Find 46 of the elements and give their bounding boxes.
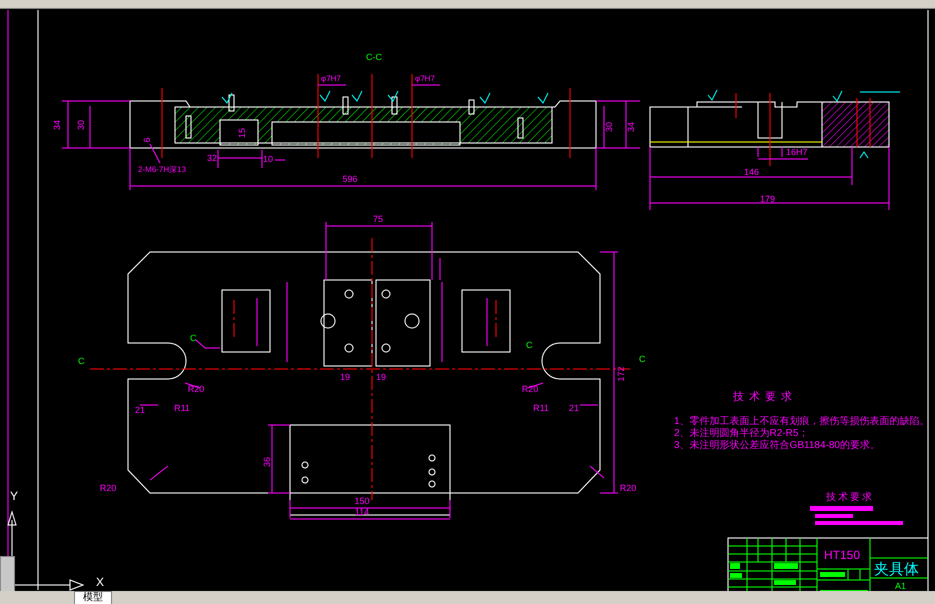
section-mark: C: [78, 356, 84, 366]
dimension-label: 19: [376, 372, 386, 382]
dimension-label: R20: [620, 483, 636, 493]
section-mark: C: [526, 340, 532, 350]
dimension-label: 114: [354, 507, 370, 517]
section-mark: C: [639, 354, 646, 364]
dimension-label: R20: [188, 384, 204, 394]
requirement-text: 1、零件加工表面上不应有划痕，擦伤等损伤表面的缺陷。: [674, 416, 930, 427]
dimension-label: 34: [52, 120, 62, 130]
dimension-label: 596: [342, 174, 358, 184]
view-title: C-C: [366, 52, 382, 62]
material-label: HT150: [824, 548, 860, 562]
section-mark: C: [190, 333, 196, 343]
requirement-text: 3、未注明形状公差应符合GB1184-80的要求。: [674, 440, 880, 451]
dimension-label: 30: [76, 120, 86, 130]
dimension-label: 146: [744, 167, 760, 177]
sheet-size: A1: [895, 581, 906, 591]
dimension-label: 10: [263, 154, 273, 164]
dimension-label: R11: [174, 403, 190, 413]
dimension-label: 19: [340, 372, 350, 382]
dimension-label: 150: [354, 496, 370, 506]
dimension-label: 30: [604, 122, 614, 132]
part-name: 夹具体: [874, 561, 919, 578]
dimension-label: 21: [135, 405, 145, 415]
notes-title: 技术要求: [826, 492, 874, 503]
callout-label: φ7H7: [415, 74, 435, 83]
dimension-label: 75: [373, 214, 383, 224]
dimension-label: R20: [522, 384, 538, 394]
dimension-label: 32: [207, 153, 217, 163]
dimension-label: 179: [760, 194, 776, 204]
model-tab[interactable]: 模型: [74, 591, 112, 604]
dimension-label: 16H7: [786, 147, 808, 157]
dimension-label: 36: [262, 457, 272, 467]
dimension-label: 172: [616, 366, 626, 382]
dimension-label: R20: [100, 483, 116, 493]
callout-label: φ7H7: [321, 74, 341, 83]
dimension-label: 15: [237, 128, 247, 138]
dimension-label: 21: [569, 403, 579, 413]
dimension-label: 34: [626, 122, 636, 132]
requirements-title: 技术要求: [733, 391, 797, 403]
axis-label: Y: [10, 489, 18, 503]
dimension-label: 6: [142, 138, 152, 142]
requirement-text: 2、未注明圆角半径为R2-R5；: [674, 428, 808, 439]
callout-label: 2-M6-7H深13: [138, 165, 186, 174]
dimension-label: R11: [533, 403, 549, 413]
axis-label: X: [96, 575, 104, 589]
